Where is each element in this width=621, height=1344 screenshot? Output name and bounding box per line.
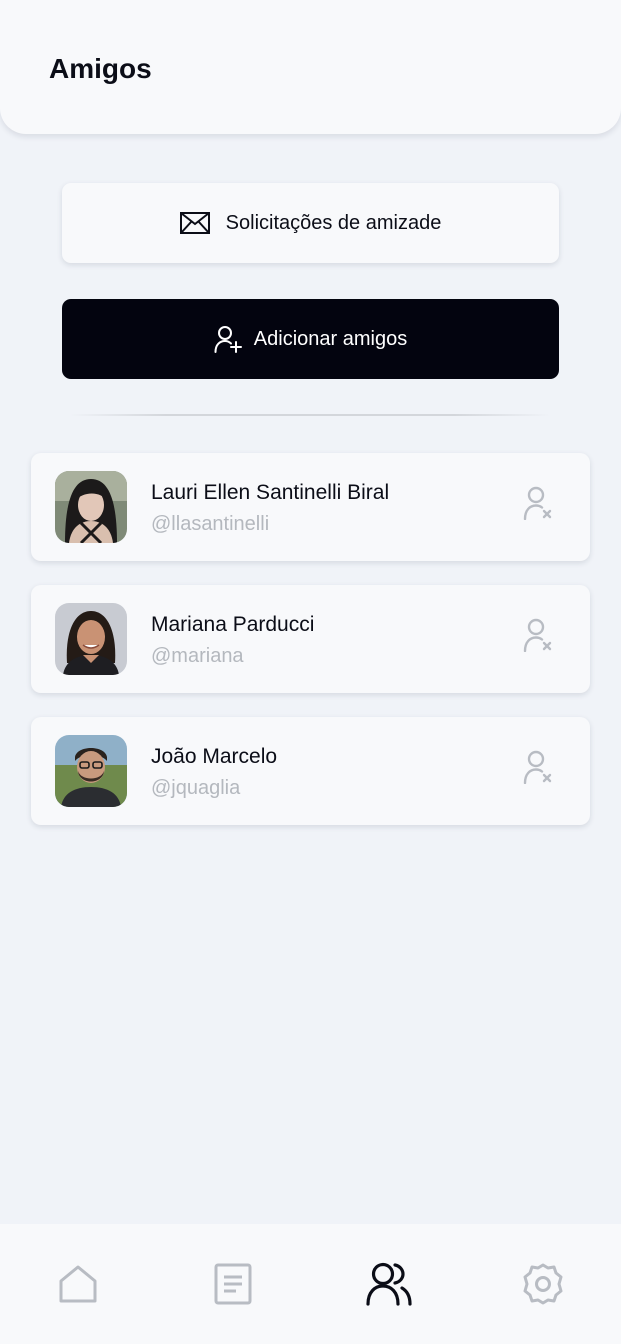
add-friends-button[interactable]: Adicionar amigos	[62, 299, 559, 379]
document-icon	[214, 1263, 252, 1310]
nav-friends[interactable]	[365, 1262, 413, 1310]
user-remove-icon	[523, 486, 553, 525]
friend-card[interactable]: Lauri Ellen Santinelli Biral @llasantine…	[31, 453, 590, 561]
nav-documents[interactable]	[209, 1262, 257, 1310]
friend-handle: @jquaglia	[151, 777, 241, 799]
add-friends-label: Adicionar amigos	[253, 327, 408, 350]
nav-settings[interactable]	[519, 1262, 567, 1310]
user-remove-icon	[523, 750, 553, 789]
friend-name: Mariana Parducci	[151, 613, 315, 636]
remove-friend-button[interactable]	[518, 617, 558, 657]
remove-friend-button[interactable]	[518, 485, 558, 525]
friend-handle: @mariana	[151, 645, 244, 667]
avatar	[55, 603, 127, 675]
friend-name: Lauri Ellen Santinelli Biral	[151, 481, 390, 504]
friend-requests-button[interactable]: Solicitações de amizade	[62, 183, 559, 263]
user-remove-icon	[523, 618, 553, 657]
page-title: Amigos	[49, 53, 152, 84]
section-divider	[70, 414, 550, 416]
remove-friend-button[interactable]	[518, 749, 558, 789]
avatar	[55, 735, 127, 807]
friend-list: Lauri Ellen Santinelli Biral @llasantine…	[31, 453, 590, 849]
nav-home[interactable]	[54, 1262, 102, 1310]
envelope-icon	[179, 212, 210, 234]
friend-card[interactable]: João Marcelo @jquaglia	[31, 717, 590, 825]
friend-name: João Marcelo	[151, 745, 278, 768]
users-icon	[366, 1262, 412, 1311]
gear-icon	[521, 1262, 565, 1311]
avatar	[55, 471, 127, 543]
friend-card[interactable]: Mariana Parducci @mariana	[31, 585, 590, 693]
home-icon	[58, 1264, 98, 1309]
friend-handle: @llasantinelli	[151, 513, 270, 535]
app-header: Amigos	[0, 0, 621, 134]
friend-requests-label: Solicitações de amizade	[225, 211, 442, 234]
friends-screen: Amigos Solicitações de amizade Adicionar…	[0, 0, 621, 1344]
user-plus-icon	[214, 325, 242, 353]
bottom-navigation	[0, 1224, 621, 1344]
